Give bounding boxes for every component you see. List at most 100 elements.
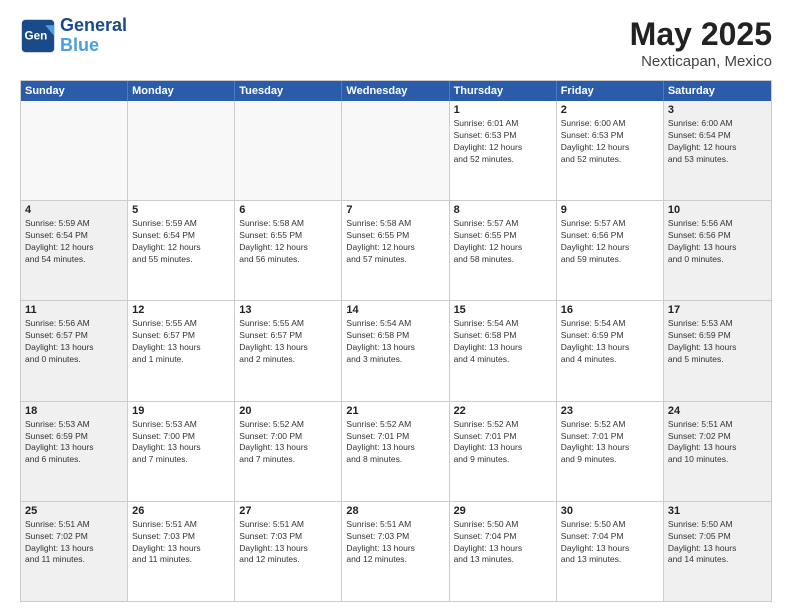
week-row-2: 4 Sunrise: 5:59 AM Sunset: 6:54 PM Daylig… — [21, 200, 771, 300]
cal-cell: 20Sunrise: 5:52 AM Sunset: 7:00 PM Dayli… — [235, 402, 342, 501]
day-number: 1 — [454, 104, 552, 116]
day-number: 31 — [668, 505, 767, 517]
day-number: 19 — [132, 405, 230, 417]
page: Gen General Blue May 2025 Nexticapan, Me… — [0, 0, 792, 612]
cal-cell: 28 Sunrise: 5:51 AM Sunset: 7:03 PM Dayli… — [342, 502, 449, 601]
day-number: 13 — [239, 304, 337, 316]
cell-text: Sunrise: 5:56 AM Sunset: 6:57 PM Dayligh… — [25, 318, 123, 366]
cell-text: Sunrise: 5:52 AM Sunset: 7:01 PM Dayligh… — [346, 419, 444, 467]
calendar-body: 1 Sunrise: 6:01 AM Sunset: 6:53 PM Daylig… — [21, 101, 771, 601]
day-number: 29 — [454, 505, 552, 517]
day-number: 3 — [668, 104, 767, 116]
day-number: 7 — [346, 204, 444, 216]
cell-text: Sunrise: 5:50 AM Sunset: 7:05 PM Dayligh… — [668, 519, 767, 567]
day-number: 25 — [25, 505, 123, 517]
week-row-5: 25 Sunrise: 5:51 AM Sunset: 7:02 PM Dayli… — [21, 501, 771, 601]
cal-cell: 14Sunrise: 5:54 AM Sunset: 6:58 PM Dayli… — [342, 301, 449, 400]
cell-text: Sunrise: 5:58 AM Sunset: 6:55 PM Dayligh… — [239, 218, 337, 266]
day-number: 21 — [346, 405, 444, 417]
cal-cell: 30Sunrise: 5:50 AM Sunset: 7:04 PM Dayli… — [557, 502, 664, 601]
cell-text: Sunrise: 5:53 AM Sunset: 7:00 PM Dayligh… — [132, 419, 230, 467]
cell-text: Sunrise: 5:58 AM Sunset: 6:55 PM Dayligh… — [346, 218, 444, 266]
cal-cell: 23 Sunrise: 5:52 AM Sunset: 7:01 PM Dayli… — [557, 402, 664, 501]
cal-cell: 18 Sunrise: 5:53 AM Sunset: 6:59 PM Dayli… — [21, 402, 128, 501]
cal-cell: 10Sunrise: 5:56 AM Sunset: 6:56 PM Dayli… — [664, 201, 771, 300]
cell-text: Sunrise: 6:01 AM Sunset: 6:53 PM Dayligh… — [454, 118, 552, 166]
cell-text: Sunrise: 5:54 AM Sunset: 6:59 PM Dayligh… — [561, 318, 659, 366]
cal-cell: 11 Sunrise: 5:56 AM Sunset: 6:57 PM Dayli… — [21, 301, 128, 400]
cell-text: Sunrise: 5:54 AM Sunset: 6:58 PM Dayligh… — [346, 318, 444, 366]
cell-text: Sunrise: 5:59 AM Sunset: 6:54 PM Dayligh… — [25, 218, 123, 266]
cal-cell: 22 Sunrise: 5:52 AM Sunset: 7:01 PM Dayli… — [450, 402, 557, 501]
cell-text: Sunrise: 6:00 AM Sunset: 6:53 PM Dayligh… — [561, 118, 659, 166]
day-number: 4 — [25, 204, 123, 216]
day-number: 22 — [454, 405, 552, 417]
cell-text: Sunrise: 5:51 AM Sunset: 7:03 PM Dayligh… — [132, 519, 230, 567]
day-number: 24 — [668, 405, 767, 417]
day-number: 2 — [561, 104, 659, 116]
cal-cell: 17Sunrise: 5:53 AM Sunset: 6:59 PM Dayli… — [664, 301, 771, 400]
header-day-tuesday: Tuesday — [235, 81, 342, 101]
day-number: 11 — [25, 304, 123, 316]
cal-cell: 7 Sunrise: 5:58 AM Sunset: 6:55 PM Daylig… — [342, 201, 449, 300]
day-number: 6 — [239, 204, 337, 216]
cell-text: Sunrise: 5:55 AM Sunset: 6:57 PM Dayligh… — [239, 318, 337, 366]
cell-text: Sunrise: 5:51 AM Sunset: 7:03 PM Dayligh… — [239, 519, 337, 567]
title-block: May 2025 Nexticapan, Mexico — [630, 16, 772, 70]
cal-cell: 19 Sunrise: 5:53 AM Sunset: 7:00 PM Dayli… — [128, 402, 235, 501]
header-day-friday: Friday — [557, 81, 664, 101]
calendar: SundayMondayTuesdayWednesdayThursdayFrid… — [20, 80, 772, 602]
logo: Gen General Blue — [20, 16, 127, 56]
cell-text: Sunrise: 5:52 AM Sunset: 7:01 PM Dayligh… — [561, 419, 659, 467]
cal-cell: 27 Sunrise: 5:51 AM Sunset: 7:03 PM Dayli… — [235, 502, 342, 601]
cal-cell: 26 Sunrise: 5:51 AM Sunset: 7:03 PM Dayli… — [128, 502, 235, 601]
cell-text: Sunrise: 5:52 AM Sunset: 7:01 PM Dayligh… — [454, 419, 552, 467]
cal-cell: 12Sunrise: 5:55 AM Sunset: 6:57 PM Dayli… — [128, 301, 235, 400]
day-number: 27 — [239, 505, 337, 517]
week-row-4: 18 Sunrise: 5:53 AM Sunset: 6:59 PM Dayli… — [21, 401, 771, 501]
day-number: 20 — [239, 405, 337, 417]
cal-cell: 13 Sunrise: 5:55 AM Sunset: 6:57 PM Dayli… — [235, 301, 342, 400]
cal-cell: 21 Sunrise: 5:52 AM Sunset: 7:01 PM Dayli… — [342, 402, 449, 501]
day-number: 23 — [561, 405, 659, 417]
cal-cell — [235, 101, 342, 200]
cal-cell: 9 Sunrise: 5:57 AM Sunset: 6:56 PM Daylig… — [557, 201, 664, 300]
cell-text: Sunrise: 5:59 AM Sunset: 6:54 PM Dayligh… — [132, 218, 230, 266]
cell-text: Sunrise: 5:50 AM Sunset: 7:04 PM Dayligh… — [561, 519, 659, 567]
day-number: 18 — [25, 405, 123, 417]
day-number: 16 — [561, 304, 659, 316]
header-day-thursday: Thursday — [450, 81, 557, 101]
cal-cell: 24 Sunrise: 5:51 AM Sunset: 7:02 PM Dayli… — [664, 402, 771, 501]
day-number: 26 — [132, 505, 230, 517]
cell-text: Sunrise: 5:51 AM Sunset: 7:03 PM Dayligh… — [346, 519, 444, 567]
cal-cell: 5Sunrise: 5:59 AM Sunset: 6:54 PM Daylig… — [128, 201, 235, 300]
cal-cell: 15Sunrise: 5:54 AM Sunset: 6:58 PM Dayli… — [450, 301, 557, 400]
day-number: 15 — [454, 304, 552, 316]
cal-cell: 16 Sunrise: 5:54 AM Sunset: 6:59 PM Dayli… — [557, 301, 664, 400]
subtitle: Nexticapan, Mexico — [630, 53, 772, 70]
day-number: 28 — [346, 505, 444, 517]
cal-cell: 4 Sunrise: 5:59 AM Sunset: 6:54 PM Daylig… — [21, 201, 128, 300]
logo-text-line1: General — [60, 16, 127, 36]
cell-text: Sunrise: 5:57 AM Sunset: 6:56 PM Dayligh… — [561, 218, 659, 266]
header-day-wednesday: Wednesday — [342, 81, 449, 101]
day-number: 10 — [668, 204, 767, 216]
cell-text: Sunrise: 5:51 AM Sunset: 7:02 PM Dayligh… — [668, 419, 767, 467]
day-number: 9 — [561, 204, 659, 216]
cal-cell — [21, 101, 128, 200]
cal-cell — [342, 101, 449, 200]
cal-cell: 2 Sunrise: 6:00 AM Sunset: 6:53 PM Daylig… — [557, 101, 664, 200]
header-day-sunday: Sunday — [21, 81, 128, 101]
cell-text: Sunrise: 5:51 AM Sunset: 7:02 PM Dayligh… — [25, 519, 123, 567]
day-number: 8 — [454, 204, 552, 216]
cell-text: Sunrise: 5:55 AM Sunset: 6:57 PM Dayligh… — [132, 318, 230, 366]
cal-cell: 3 Sunrise: 6:00 AM Sunset: 6:54 PM Daylig… — [664, 101, 771, 200]
cell-text: Sunrise: 5:53 AM Sunset: 6:59 PM Dayligh… — [25, 419, 123, 467]
cell-text: Sunrise: 6:00 AM Sunset: 6:54 PM Dayligh… — [668, 118, 767, 166]
cell-text: Sunrise: 5:53 AM Sunset: 6:59 PM Dayligh… — [668, 318, 767, 366]
week-row-3: 11 Sunrise: 5:56 AM Sunset: 6:57 PM Dayli… — [21, 300, 771, 400]
cal-cell: 25 Sunrise: 5:51 AM Sunset: 7:02 PM Dayli… — [21, 502, 128, 601]
logo-text-line2: Blue — [60, 36, 127, 56]
header-day-saturday: Saturday — [664, 81, 771, 101]
main-title: May 2025 — [630, 16, 772, 53]
